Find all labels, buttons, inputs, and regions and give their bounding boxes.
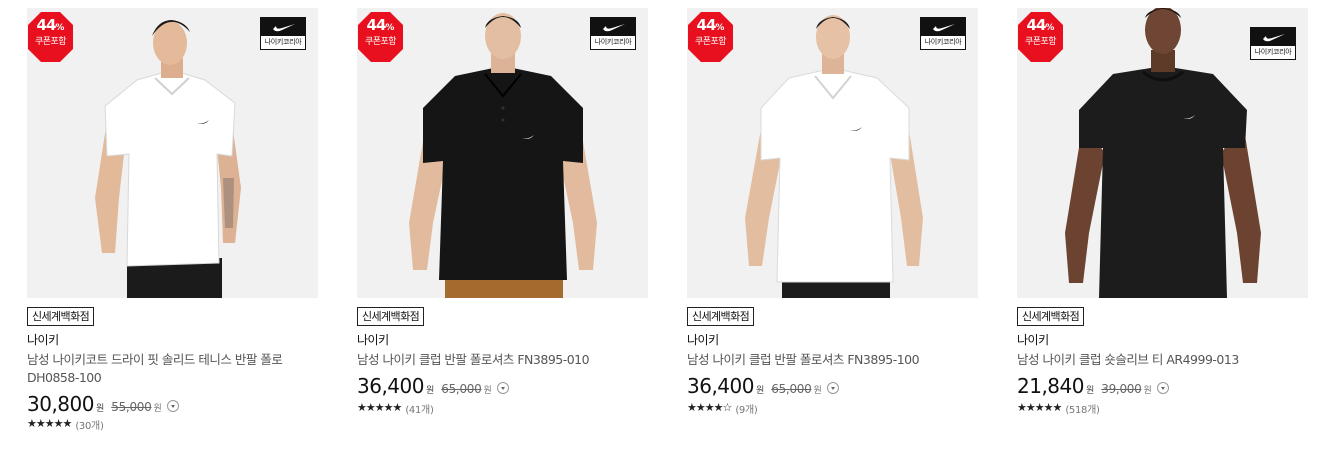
original-price: 39,000 [1101, 382, 1142, 396]
brand-name[interactable]: 나이키 [357, 332, 389, 348]
sale-price: 36,400 [357, 374, 424, 398]
product-title[interactable]: 남성 나이키 클럽 반팔 폴로셔츠 FN3895-100 [687, 351, 978, 369]
product-card[interactable]: 44% 쿠폰포함 나이키코리아 신세계백화점 나이키 남성 나이키 클럽 숏슬리… [1017, 8, 1308, 448]
price-unit: 원 [1085, 386, 1095, 396]
star-rating: ★★★★☆ [687, 401, 732, 414]
coupon-included-text: 쿠폰포함 [694, 37, 727, 47]
nike-korea-logo: 나이키코리아 [1250, 27, 1296, 60]
product-card[interactable]: 44% 쿠폰포함 나이키코리아 신세계백화점 나이키 남성 나이키코트 드라이 … [27, 8, 318, 448]
brand-name[interactable]: 나이키 [27, 332, 59, 348]
discount-badge: 44% 쿠폰포함 [1018, 12, 1063, 62]
original-price: 65,000 [771, 382, 812, 396]
discount-percent: 44% [366, 16, 395, 34]
price-unit: 원 [425, 386, 435, 396]
price-info-icon[interactable] [1156, 382, 1169, 394]
product-title[interactable]: 남성 나이키코트 드라이 핏 솔리드 테니스 반팔 폴로 DH0858-100 [27, 351, 318, 387]
star-rating: ★★★★★ [357, 401, 402, 414]
store-tag: 신세계백화점 [687, 307, 755, 326]
original-price: 55,000 [111, 400, 152, 414]
product-grid: 44% 쿠폰포함 나이키코리아 신세계백화점 나이키 남성 나이키코트 드라이 … [0, 0, 1319, 454]
price-row: 21,840 원 39,000 원 [1017, 374, 1169, 398]
star-rating: ★★★★★ [1017, 401, 1062, 414]
store-tag: 신세계백화점 [1017, 307, 1085, 326]
review-count[interactable]: (30개) [75, 417, 104, 432]
brand-name[interactable]: 나이키 [1017, 332, 1049, 348]
sale-price: 30,800 [27, 392, 94, 416]
nike-swoosh-icon [1263, 34, 1285, 42]
store-tag: 신세계백화점 [357, 307, 425, 326]
product-title[interactable]: 남성 나이키 클럽 숏슬리브 티 AR4999-013 [1017, 351, 1308, 369]
product-image[interactable]: 44% 쿠폰포함 나이키코리아 [1017, 8, 1308, 298]
price-row: 30,800 원 55,000 원 [27, 392, 179, 416]
rating-row: ★★★★★ (30개) [27, 417, 104, 432]
nike-korea-logo: 나이키코리아 [260, 17, 306, 50]
price-info-icon[interactable] [826, 382, 839, 394]
coupon-included-text: 쿠폰포함 [34, 37, 67, 47]
review-count[interactable]: (518개) [1065, 401, 1100, 416]
product-card[interactable]: 44% 쿠폰포함 나이키코리아 신세계백화점 나이키 남성 나이키 클럽 반팔 … [687, 8, 978, 448]
original-price-unit: 원 [483, 386, 492, 396]
rating-row: ★★★★★ (41개) [357, 401, 434, 416]
price-info-icon[interactable] [166, 400, 179, 412]
discount-badge: 44% 쿠폰포함 [28, 12, 73, 62]
product-image[interactable]: 44% 쿠폰포함 나이키코리아 [687, 8, 978, 298]
discount-badge: 44% 쿠폰포함 [358, 12, 403, 62]
product-image[interactable]: 44% 쿠폰포함 나이키코리아 [357, 8, 648, 298]
product-card[interactable]: 44% 쿠폰포함 나이키코리아 신세계백화점 나이키 남성 나이키 클럽 반팔 … [357, 8, 648, 448]
review-count[interactable]: (41개) [405, 401, 434, 416]
coupon-included-text: 쿠폰포함 [364, 37, 397, 47]
nike-korea-logo: 나이키코리아 [590, 17, 636, 50]
original-price-unit: 원 [153, 404, 162, 414]
brand-name[interactable]: 나이키 [687, 332, 719, 348]
coupon-included-text: 쿠폰포함 [1024, 37, 1057, 47]
original-price-unit: 원 [1143, 386, 1152, 396]
sale-price: 21,840 [1017, 374, 1084, 398]
sale-price: 36,400 [687, 374, 754, 398]
star-rating: ★★★★★ [27, 417, 72, 430]
store-tag: 신세계백화점 [27, 307, 95, 326]
nike-swoosh-icon [273, 24, 295, 32]
nike-swoosh-icon [933, 24, 955, 32]
discount-badge: 44% 쿠폰포함 [688, 12, 733, 62]
price-info-icon[interactable] [496, 382, 509, 394]
original-price-unit: 원 [813, 386, 822, 396]
price-unit: 원 [755, 386, 765, 396]
discount-percent: 44% [696, 16, 725, 34]
price-unit: 원 [95, 404, 105, 414]
review-count[interactable]: (9개) [735, 401, 757, 416]
nike-swoosh-icon [603, 24, 625, 32]
rating-row: ★★★★☆ (9개) [687, 401, 758, 416]
price-row: 36,400 원 65,000 원 [357, 374, 509, 398]
nike-korea-logo: 나이키코리아 [920, 17, 966, 50]
rating-row: ★★★★★ (518개) [1017, 401, 1100, 416]
discount-percent: 44% [1026, 16, 1055, 34]
price-row: 36,400 원 65,000 원 [687, 374, 839, 398]
discount-percent: 44% [36, 16, 65, 34]
product-title[interactable]: 남성 나이키 클럽 반팔 폴로셔츠 FN3895-010 [357, 351, 648, 369]
product-image[interactable]: 44% 쿠폰포함 나이키코리아 [27, 8, 318, 298]
original-price: 65,000 [441, 382, 482, 396]
